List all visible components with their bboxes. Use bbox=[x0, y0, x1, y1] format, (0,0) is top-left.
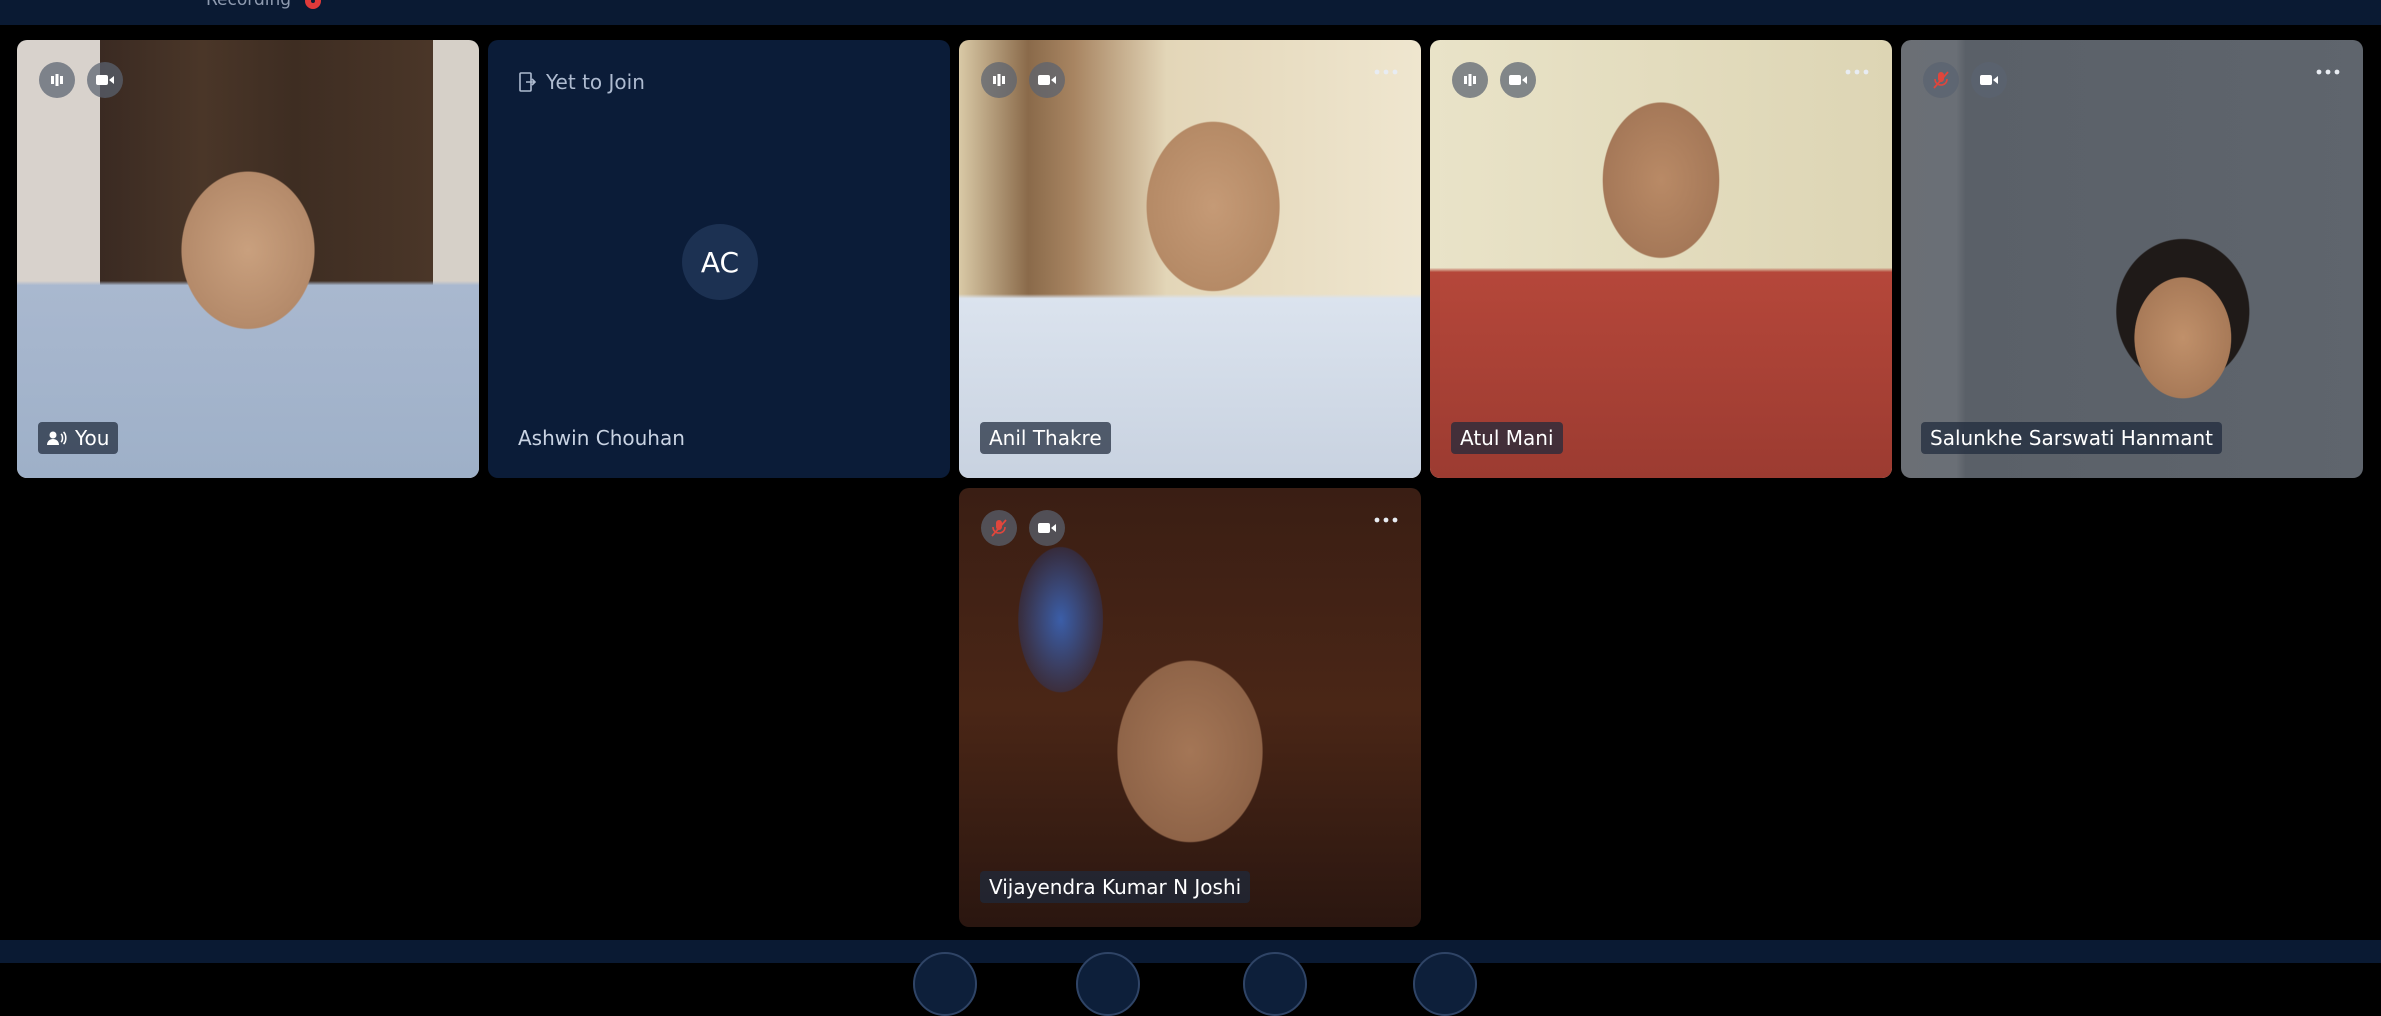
toolbar-button[interactable] bbox=[1076, 952, 1140, 1016]
speaker-icon bbox=[47, 431, 67, 445]
camera-icon[interactable] bbox=[1971, 62, 2007, 98]
mic-muted-icon[interactable] bbox=[1923, 62, 1959, 98]
toolbar-button[interactable] bbox=[913, 952, 977, 1016]
toolbar-button[interactable] bbox=[1243, 952, 1307, 1016]
participant-tile-you[interactable]: You bbox=[17, 40, 479, 478]
audio-level-icon[interactable] bbox=[1452, 62, 1488, 98]
recording-label: Recording bbox=[206, 0, 292, 10]
more-options-icon[interactable] bbox=[1373, 65, 1399, 79]
video-feed bbox=[959, 488, 1421, 927]
more-options-icon[interactable] bbox=[2315, 65, 2341, 79]
participant-tile-atul[interactable]: Atul Mani bbox=[1430, 40, 1892, 478]
participant-name: Salunkhe Sarswati Hanmant bbox=[1921, 422, 2222, 454]
camera-icon[interactable] bbox=[1029, 62, 1065, 98]
toolbar-button[interactable] bbox=[1413, 952, 1477, 1016]
more-options-icon[interactable] bbox=[1373, 513, 1399, 527]
participant-tile-ashwin[interactable]: Yet to Join AC Ashwin Chouhan bbox=[488, 40, 950, 478]
participant-name: Anil Thakre bbox=[980, 422, 1111, 454]
video-feed bbox=[1901, 40, 2363, 478]
camera-icon[interactable] bbox=[1500, 62, 1536, 98]
participant-tile-vijayendra[interactable]: Vijayendra Kumar N Joshi bbox=[959, 488, 1421, 927]
bottom-toolbar bbox=[0, 940, 2381, 963]
join-status: Yet to Join bbox=[518, 70, 645, 94]
video-feed bbox=[959, 40, 1421, 478]
participant-name: Vijayendra Kumar N Joshi bbox=[980, 871, 1251, 903]
video-feed bbox=[17, 40, 479, 478]
participant-name: Ashwin Chouhan bbox=[518, 426, 685, 450]
recording-indicator-icon bbox=[305, 0, 321, 9]
participant-name: You bbox=[38, 422, 119, 454]
more-options-icon[interactable] bbox=[1844, 65, 1870, 79]
mic-muted-icon[interactable] bbox=[981, 510, 1017, 546]
video-feed bbox=[1430, 40, 1892, 478]
audio-level-icon[interactable] bbox=[39, 62, 75, 98]
participant-tile-anil[interactable]: Anil Thakre bbox=[959, 40, 1421, 478]
top-bar: Recording bbox=[0, 0, 2381, 25]
join-door-icon bbox=[519, 72, 536, 92]
avatar: AC bbox=[682, 224, 758, 300]
camera-icon[interactable] bbox=[87, 62, 123, 98]
participant-name: Atul Mani bbox=[1451, 422, 1563, 454]
audio-level-icon[interactable] bbox=[981, 62, 1017, 98]
participant-tile-salunkhe[interactable]: Salunkhe Sarswati Hanmant bbox=[1901, 40, 2363, 478]
camera-icon[interactable] bbox=[1029, 510, 1065, 546]
